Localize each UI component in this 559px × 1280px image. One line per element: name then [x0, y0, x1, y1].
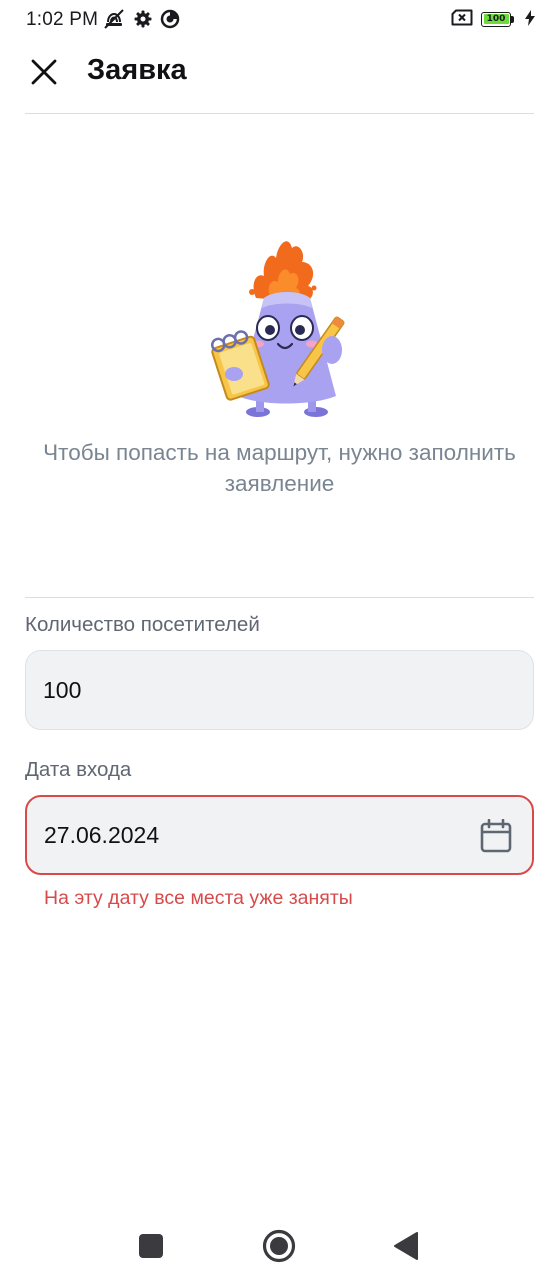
back-triangle-icon: [394, 1232, 418, 1260]
settings-gear-icon: [134, 10, 152, 33]
battery-icon: 100: [481, 11, 517, 29]
visitors-input[interactable]: [43, 651, 463, 729]
system-nav-bar: [0, 1210, 559, 1280]
home-button[interactable]: [257, 1224, 301, 1268]
date-error-message: На эту дату все места уже заняты: [44, 887, 353, 909]
section-divider: [25, 597, 534, 598]
data-saver-icon: [160, 9, 180, 34]
status-icons-left: [102, 8, 180, 35]
recents-square-icon: [139, 1234, 163, 1258]
recents-button[interactable]: [129, 1224, 173, 1268]
calendar-button[interactable]: [478, 817, 514, 855]
volcano-mascot-illustration: [204, 228, 354, 428]
wifi-calling-off-icon: [102, 8, 126, 35]
date-label: Дата входа: [25, 758, 132, 781]
status-time: 1:02 PM: [26, 9, 99, 30]
back-button[interactable]: [384, 1224, 428, 1268]
hero-description: Чтобы попасть на маршрут, нужно заполнит…: [43, 440, 516, 496]
status-bar: 1:02 PM 100: [0, 0, 559, 40]
home-circle-icon: [262, 1229, 296, 1263]
close-icon: [31, 59, 57, 85]
charging-bolt-icon: [525, 9, 535, 31]
date-field[interactable]: [25, 795, 534, 875]
sim-off-icon: [451, 9, 473, 31]
app-bar: Заявка: [0, 40, 559, 114]
close-button[interactable]: [22, 50, 66, 94]
calendar-icon: [480, 819, 512, 853]
visitors-field[interactable]: [25, 650, 534, 730]
header-divider: [25, 113, 534, 114]
battery-level: 100: [483, 14, 509, 24]
status-icons-right: 100: [451, 9, 535, 31]
visitors-label: Количество посетителей: [25, 613, 260, 636]
date-input[interactable]: [44, 797, 464, 873]
page-title: Заявка: [87, 54, 187, 86]
